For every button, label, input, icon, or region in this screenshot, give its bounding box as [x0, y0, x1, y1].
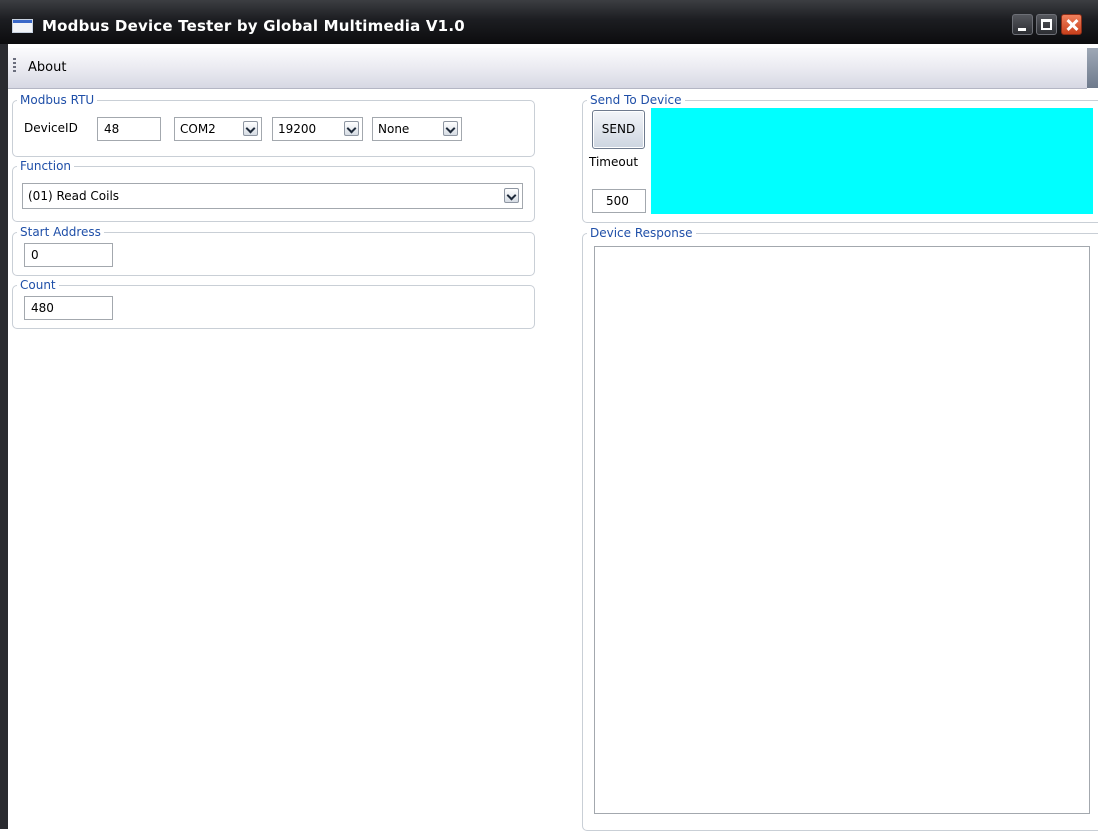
- title-bar: Modbus Device Tester by Global Multimedi…: [0, 0, 1098, 44]
- start-address-input[interactable]: 0: [24, 243, 113, 267]
- start-address-legend: Start Address: [20, 225, 101, 239]
- menu-overflow-button[interactable]: [1087, 48, 1098, 88]
- menu-item-about[interactable]: About: [28, 60, 66, 75]
- chevron-down-icon[interactable]: [504, 188, 519, 203]
- maximize-icon[interactable]: [1036, 14, 1057, 35]
- function-select[interactable]: (01) Read Coils: [22, 183, 523, 209]
- window-title: Modbus Device Tester by Global Multimedi…: [42, 17, 465, 35]
- baud-rate-select-value: 19200: [278, 122, 317, 136]
- timeout-label: Timeout: [589, 155, 639, 169]
- toolbar-grip-icon[interactable]: [13, 58, 16, 74]
- device-response-textarea[interactable]: [594, 246, 1090, 814]
- port-select-value: COM2: [180, 122, 216, 136]
- device-id-label: DeviceID: [24, 121, 78, 135]
- device-id-input[interactable]: 48: [97, 117, 161, 141]
- menu-bar: About: [8, 48, 1087, 89]
- close-icon[interactable]: [1061, 14, 1082, 35]
- minimize-icon[interactable]: [1012, 14, 1033, 35]
- device-response-legend: Device Response: [590, 226, 693, 240]
- modbus-rtu-legend: Modbus RTU: [20, 93, 95, 107]
- baud-rate-select[interactable]: 19200: [272, 117, 363, 141]
- app-window-icon: [12, 19, 33, 33]
- send-button[interactable]: SEND: [592, 110, 645, 149]
- function-select-value: (01) Read Coils: [28, 189, 120, 203]
- window-frame-left: [0, 44, 8, 829]
- timeout-input[interactable]: 500: [592, 189, 646, 213]
- parity-select[interactable]: None: [372, 117, 462, 141]
- chevron-down-icon[interactable]: [243, 121, 258, 136]
- parity-select-value: None: [378, 122, 410, 136]
- chevron-down-icon[interactable]: [443, 121, 458, 136]
- chevron-down-icon[interactable]: [344, 121, 359, 136]
- function-legend: Function: [20, 159, 72, 173]
- count-legend: Count: [20, 278, 56, 292]
- port-select[interactable]: COM2: [174, 117, 262, 141]
- send-payload-textarea[interactable]: [651, 108, 1093, 214]
- send-to-device-legend: Send To Device: [590, 93, 682, 107]
- count-input[interactable]: 480: [24, 296, 113, 320]
